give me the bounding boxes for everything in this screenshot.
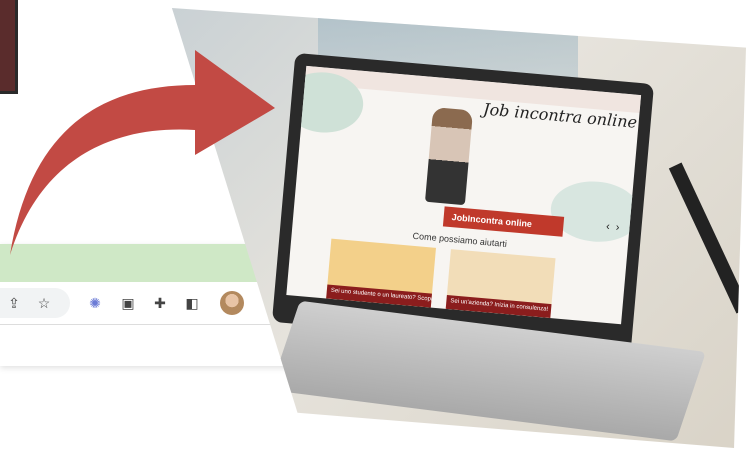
hero-cta-button[interactable]: JobIncontra online [442,206,565,237]
browser-toolbar: ⇪ ☆ ✺ ▣ ✚ ◧ ⋮ [0,282,292,325]
service-card[interactable]: Sei un'azienda? Inizia in consulenza! [445,249,556,319]
hero-person-image [424,107,474,206]
spark-icon[interactable]: ✺ [85,293,105,313]
lamp-image [668,162,746,314]
sidepanel-icon[interactable]: ◧ [182,293,202,313]
card-label: Sei un'azienda? Inizia in consulenza! [445,294,552,319]
puzzle-icon[interactable]: ✚ [150,293,170,313]
avatar[interactable] [220,291,244,315]
curved-arrow [10,50,275,255]
carousel-prev-icon[interactable]: ‹ [606,221,611,233]
card-label: Sei uno studente o un laureato? Scopri i [326,284,432,308]
share-icon[interactable]: ⇪ [4,293,24,313]
carousel-nav: ‹ › [606,221,620,234]
laptop-screen: Job incontra online JobIncontra online ‹… [286,65,642,325]
screen-icon[interactable]: ▣ [118,293,138,313]
service-card[interactable]: Sei uno studente o un laureato? Scopri i [326,238,436,308]
star-icon[interactable]: ☆ [34,293,54,313]
